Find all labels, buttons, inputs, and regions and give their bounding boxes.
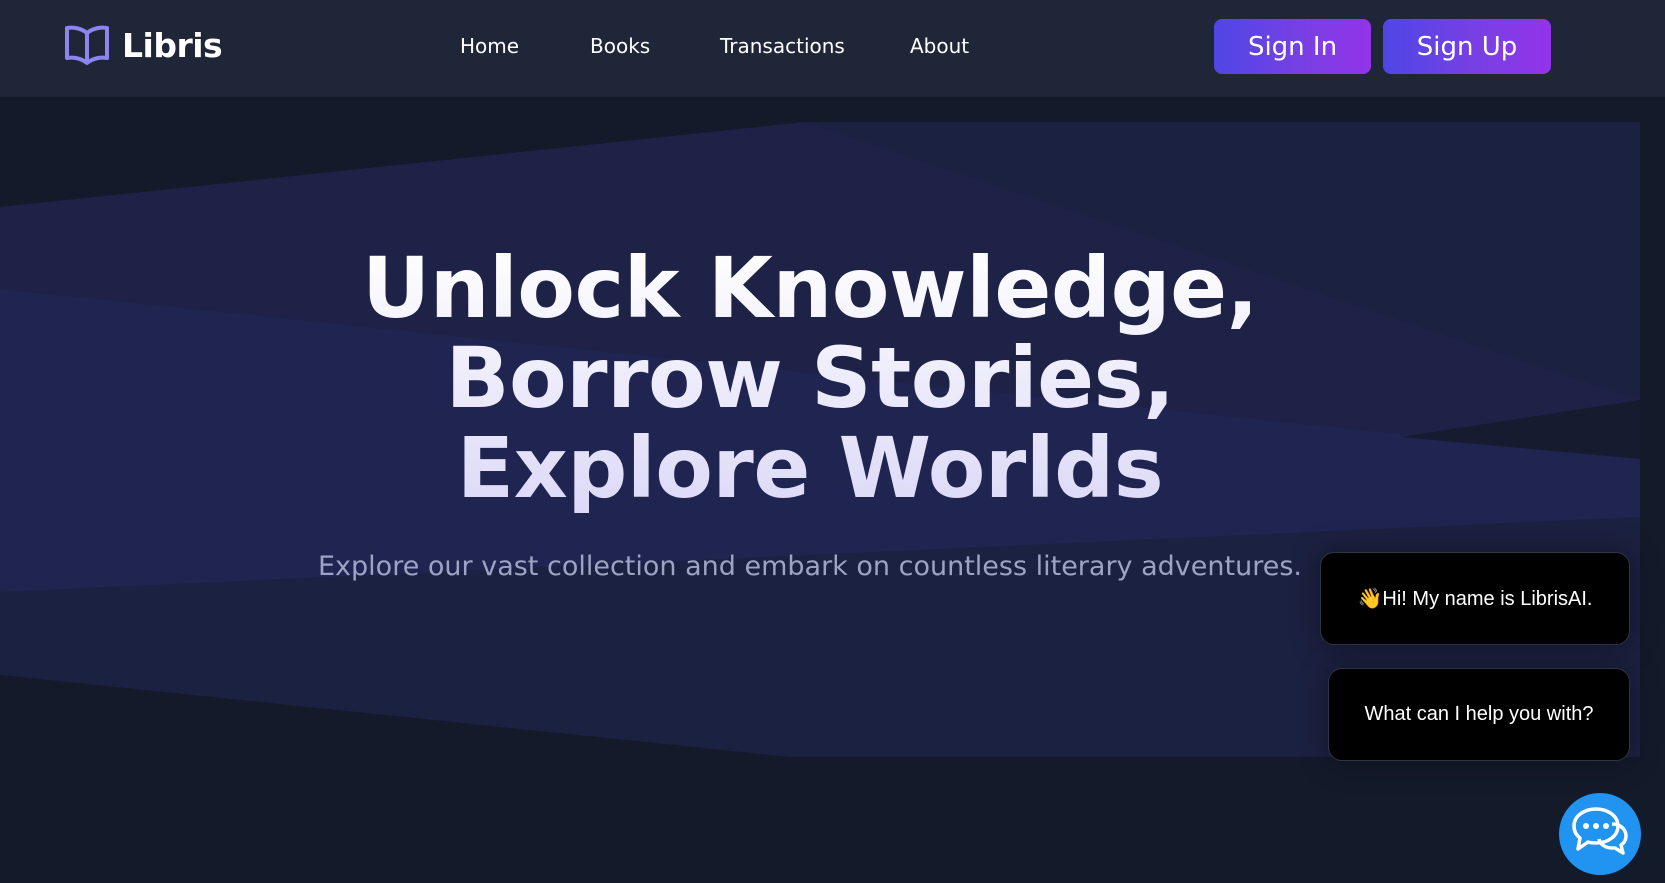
chat-open-button[interactable] bbox=[1559, 793, 1641, 875]
page: Libris Home Books Transactions About Sig… bbox=[0, 0, 1665, 883]
chat-bubbles-icon bbox=[1572, 806, 1628, 862]
auth-buttons: Sign In Sign Up bbox=[1214, 19, 1551, 74]
sign-up-button[interactable]: Sign Up bbox=[1383, 19, 1551, 74]
sign-in-button[interactable]: Sign In bbox=[1214, 19, 1371, 74]
hero-title: Unlock Knowledge, Borrow Stories, Explor… bbox=[270, 243, 1350, 513]
nav-home[interactable]: Home bbox=[460, 34, 519, 58]
nav-transactions[interactable]: Transactions bbox=[720, 34, 845, 58]
nav-about[interactable]: About bbox=[910, 34, 969, 58]
chat-greeting-bubble[interactable]: 👋Hi! My name is LibrisAI. bbox=[1320, 552, 1630, 645]
chat-prompt-bubble[interactable]: What can I help you with? bbox=[1328, 668, 1630, 761]
nav-books[interactable]: Books bbox=[590, 34, 650, 58]
navbar: Libris Home Books Transactions About Sig… bbox=[0, 0, 1665, 97]
hero-subtitle: Explore our vast collection and embark o… bbox=[318, 551, 1302, 582]
